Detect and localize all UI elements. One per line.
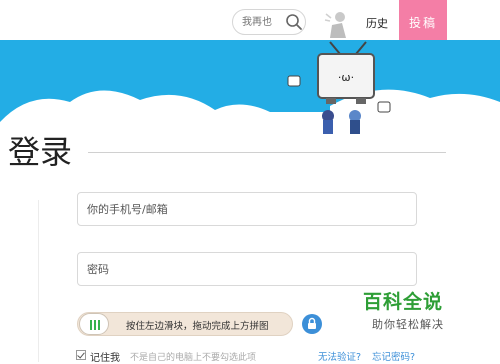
upload-label: 投稿 — [408, 15, 437, 30]
remember-hint: 不是自己的电脑上不要勾选此项 — [130, 353, 257, 363]
captcha-slider[interactable]: 按住左边滑块，拖动完成上方拼图 — [77, 312, 293, 336]
lock-icon — [302, 314, 322, 334]
search-box[interactable] — [232, 9, 306, 35]
avatar-icon[interactable] — [322, 8, 352, 38]
phone-email-input[interactable] — [77, 192, 417, 226]
search-input[interactable] — [242, 14, 280, 30]
svg-text:·ω·: ·ω· — [338, 71, 354, 84]
forgot-password-link[interactable]: 忘记密码? — [372, 349, 415, 363]
watermark-title: 百科全说 — [363, 291, 444, 313]
top-bar: 历史 投稿 — [0, 0, 500, 44]
slider-handle[interactable] — [79, 313, 109, 335]
page-title: 登录 — [8, 133, 73, 171]
password-input[interactable] — [77, 252, 417, 286]
slider-hint: 按住左边滑块，拖动完成上方拼图 — [126, 321, 269, 332]
title-divider — [88, 152, 446, 153]
watermark-subtitle: 助你轻松解决 — [372, 318, 444, 331]
history-link[interactable]: 历史 — [366, 15, 388, 31]
left-divider — [38, 200, 39, 362]
search-icon[interactable] — [285, 13, 303, 31]
cant-verify-link[interactable]: 无法验证? — [318, 349, 361, 363]
upload-button[interactable]: 投稿 — [399, 0, 447, 44]
header-banner: ·ω· — [0, 40, 500, 160]
remember-checkbox[interactable] — [76, 350, 86, 360]
